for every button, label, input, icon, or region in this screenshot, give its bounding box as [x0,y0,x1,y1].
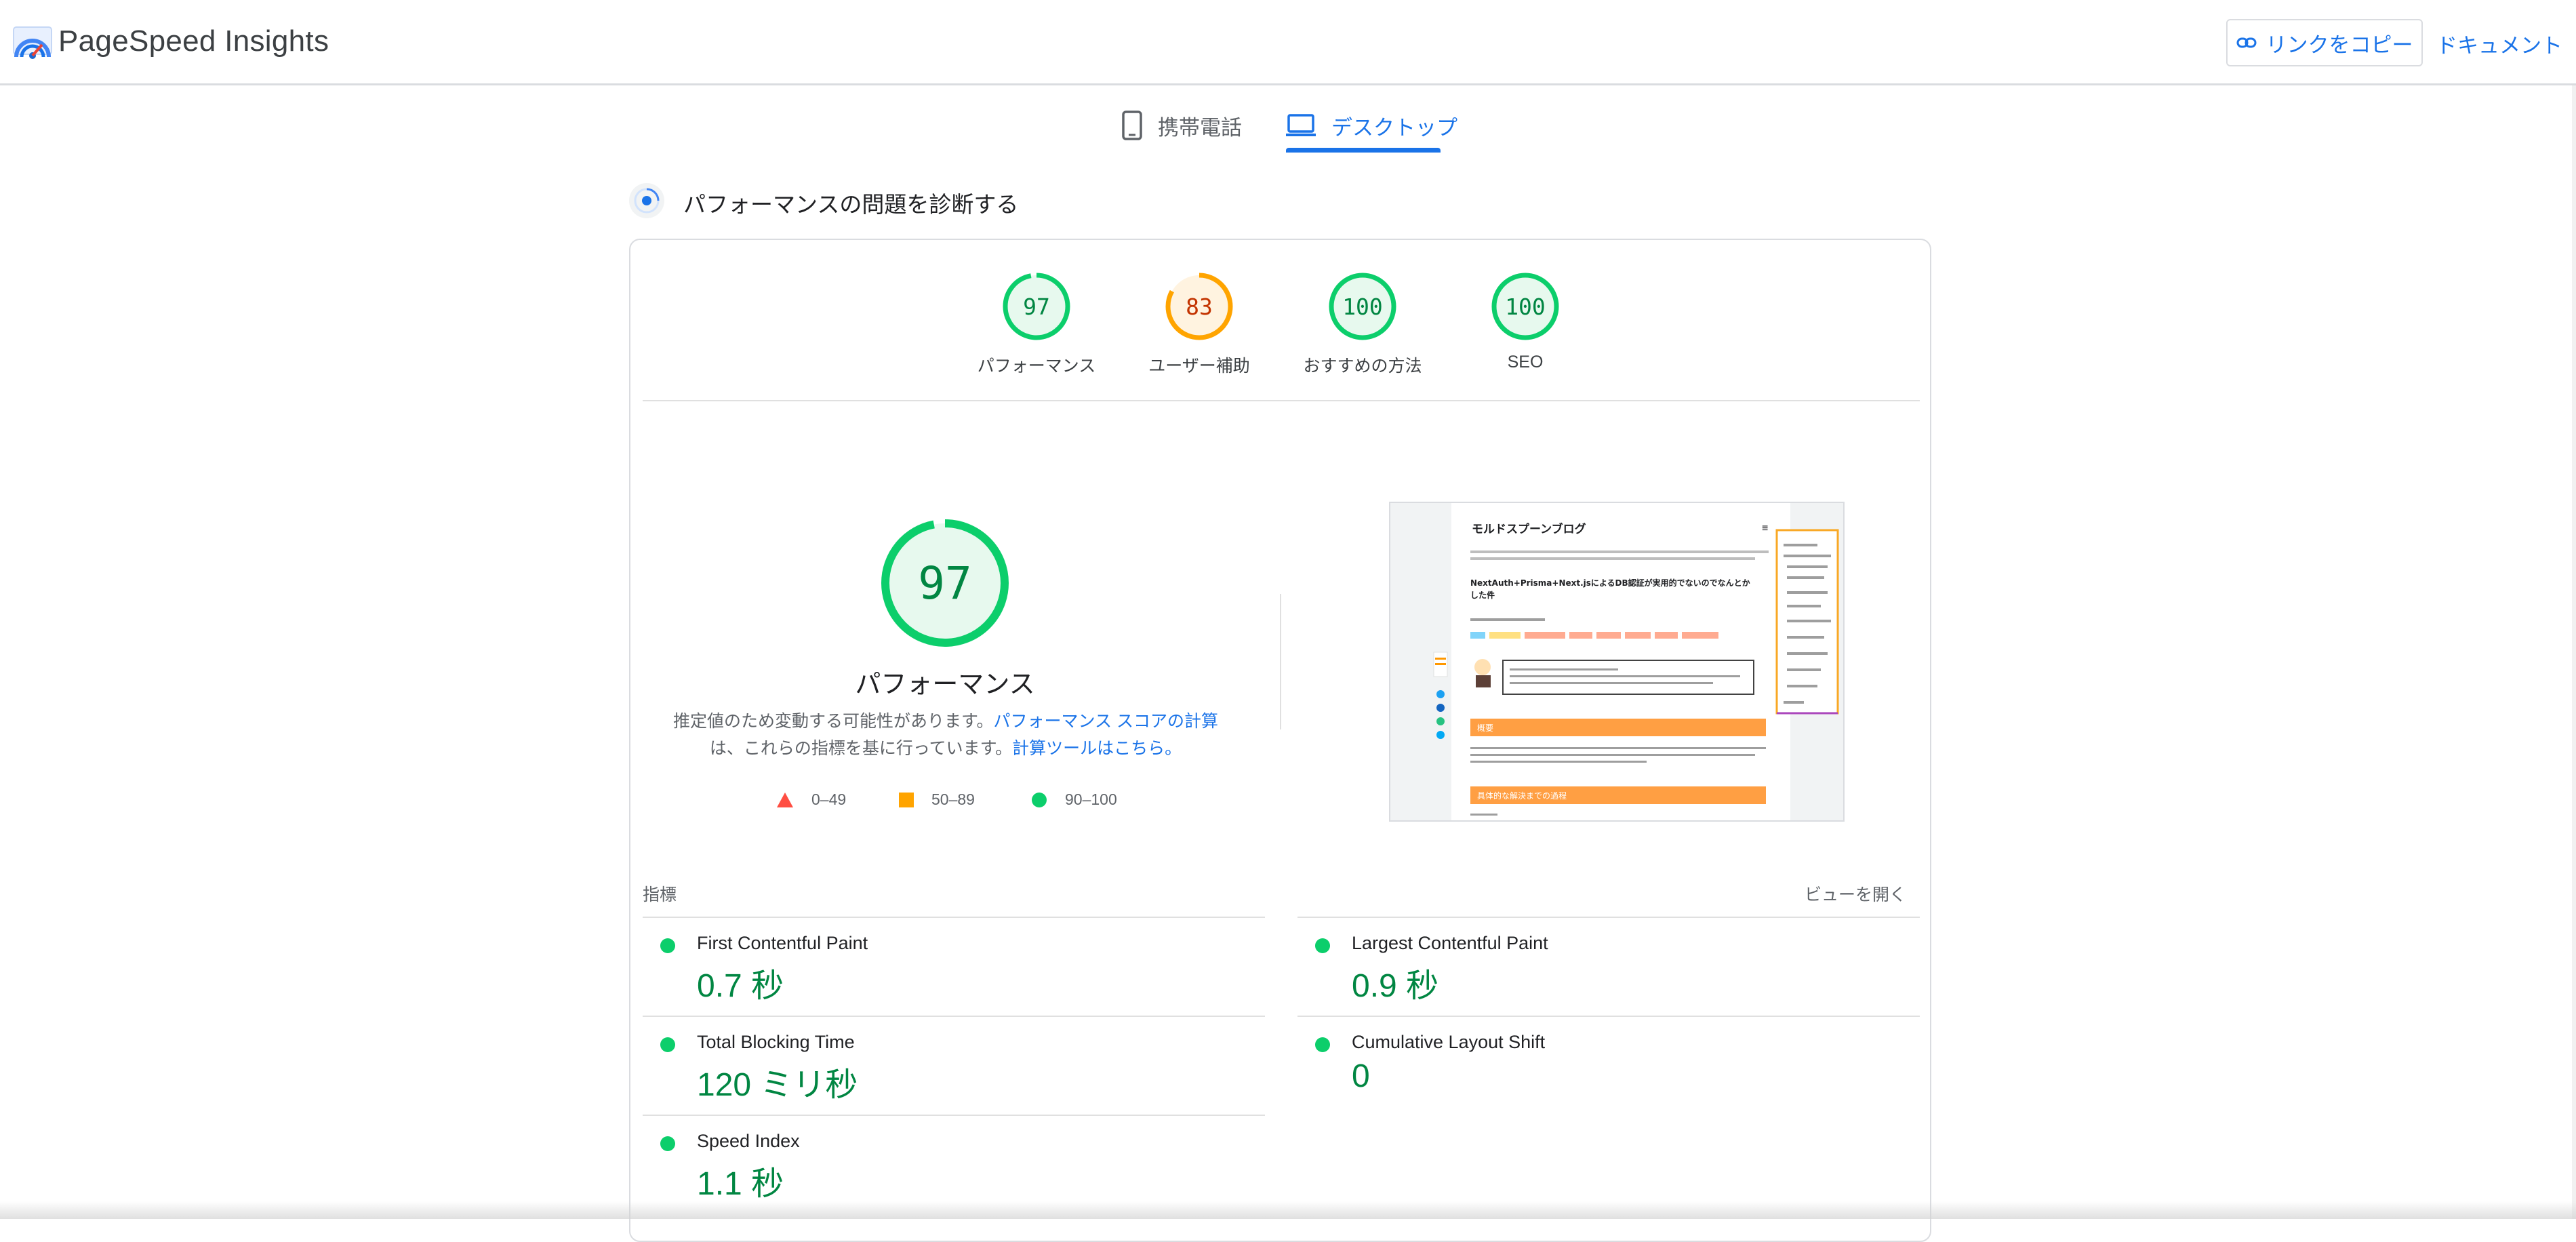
metric-cls: Cumulative Layout Shift 0 [1297,1018,1908,1113]
diagnose-section-title: パフォーマンスの問題を診断する [683,192,1019,217]
legend-pass: 90–100 [1031,790,1117,809]
performance-score-large: 97 [918,557,972,609]
tab-desktop-label: デスクトップ [1331,115,1457,140]
metric-divider [1297,917,1920,918]
metric-name: First Contentful Paint [697,933,868,953]
red-triangle-icon [777,792,793,807]
category-label: SEO [1507,353,1544,372]
app-title[interactable]: PageSpeed Insights [58,24,329,58]
expand-view-toggle[interactable]: ビューを開く [1805,881,1906,906]
metric-value: 0.7 秒 [697,968,784,1004]
metric-divider [643,1016,1265,1017]
metric-name: Cumulative Layout Shift [1352,1032,1546,1052]
green-circle-icon [1032,792,1047,807]
bottom-shadow [0,1201,2576,1219]
metric-speed-index: Speed Index 1.1 秒 [643,1117,1253,1212]
svg-text:≡: ≡ [1762,523,1768,534]
legend-fail: 0–49 [776,790,846,809]
metric-value: 1.1 秒 [697,1166,784,1202]
page-scrollbar[interactable] [2572,85,2576,1219]
metric-fcp: First Contentful Paint 0.7 秒 [643,919,1253,1014]
metrics-heading: 指標 [643,885,677,904]
pass-indicator-icon [660,938,675,953]
metric-name: Largest Contentful Paint [1352,933,1548,953]
score-note-text-2: は、これらの指標を基に行っています。 [709,739,1013,758]
performance-label-large: パフォーマンス [855,670,1035,699]
copy-link-button[interactable]: リンクをコピー [2226,19,2423,66]
category-label: パフォーマンス [977,357,1096,376]
metric-value: 0 [1352,1058,1370,1094]
category-score: 97 [1023,293,1050,320]
legend-pass-label: 90–100 [1065,790,1117,808]
legend-average: 50–89 [899,790,975,809]
score-note-line-1: 推定値のため変動する可能性があります。パフォーマンス スコアの計算 [664,708,1227,735]
legend-average-label: 50–89 [931,790,975,808]
metric-lcp: Largest Contentful Paint 0.9 秒 [1297,919,1908,1014]
category-label: おすすめの方法 [1303,357,1422,376]
score-note-text-1: 推定値のため変動する可能性があります。 [673,712,994,731]
tab-selected-indicator [1286,148,1441,153]
metric-name: Speed Index [697,1131,800,1151]
page-screenshot-thumbnail[interactable]: モルドスプーンブログ ≡ NextAuth+Prisma+Next.jsによるD… [1389,502,1845,822]
tab-desktop[interactable]: デスクトップ [1285,102,1457,149]
thumb-section-2: 具体的な解決までの過程 [1477,790,1567,801]
metric-value: 0.9 秒 [1352,968,1439,1004]
summary-divider [1280,594,1281,729]
legend-fail-label: 0–49 [811,790,847,808]
tab-mobile[interactable]: 携帯電話 [1121,102,1242,149]
score-calculation-link[interactable]: パフォーマンス スコアの計算 [994,712,1218,731]
thumb-post-title-2: した件 [1470,590,1495,600]
metric-divider [643,1115,1265,1116]
metric-value: 120 ミリ秒 [697,1067,858,1103]
tab-mobile-label: 携帯電話 [1158,115,1242,140]
link-icon [2236,37,2256,48]
screenshot-render: モルドスプーンブログ ≡ NextAuth+Prisma+Next.jsによるD… [1390,503,1843,820]
pass-indicator-icon [1315,938,1330,953]
metric-divider [643,917,1265,918]
laptop-icon [1286,114,1316,136]
metric-name: Total Blocking Time [697,1032,855,1052]
orange-square-icon [899,792,914,807]
gauge-divider [643,400,1920,401]
category-score: 100 [1342,293,1383,320]
top-app-bar: PageSpeed Insights リンクをコピー ドキュメント [0,0,2576,85]
thumb-section-1: 概要 [1477,723,1493,733]
category-score: 100 [1505,293,1546,320]
category-score: 83 [1186,293,1213,320]
pagespeed-logo-icon [13,26,52,59]
metric-divider [1297,1016,1920,1017]
metric-tbt: Total Blocking Time 120 ミリ秒 [643,1018,1253,1113]
pass-indicator-icon [1315,1037,1330,1052]
score-note-line-2: は、これらの指標を基に行っています。計算ツールはこちら。 [664,735,1227,762]
thumb-post-title-1: NextAuth+Prisma+Next.jsによるDB認証が実用的でないのでな… [1470,578,1750,588]
diagnose-icon [629,183,664,218]
pass-indicator-icon [660,1037,675,1052]
thumb-blog-title: モルドスプーンブログ [1472,522,1586,536]
calculator-link[interactable]: 計算ツールはこちら。 [1012,739,1182,758]
pass-indicator-icon [660,1136,675,1151]
category-label: ユーザー補助 [1148,357,1250,376]
phone-icon [1122,111,1142,140]
docs-link[interactable]: ドキュメント [2436,28,2562,59]
copy-link-label: リンクをコピー [2266,33,2413,57]
